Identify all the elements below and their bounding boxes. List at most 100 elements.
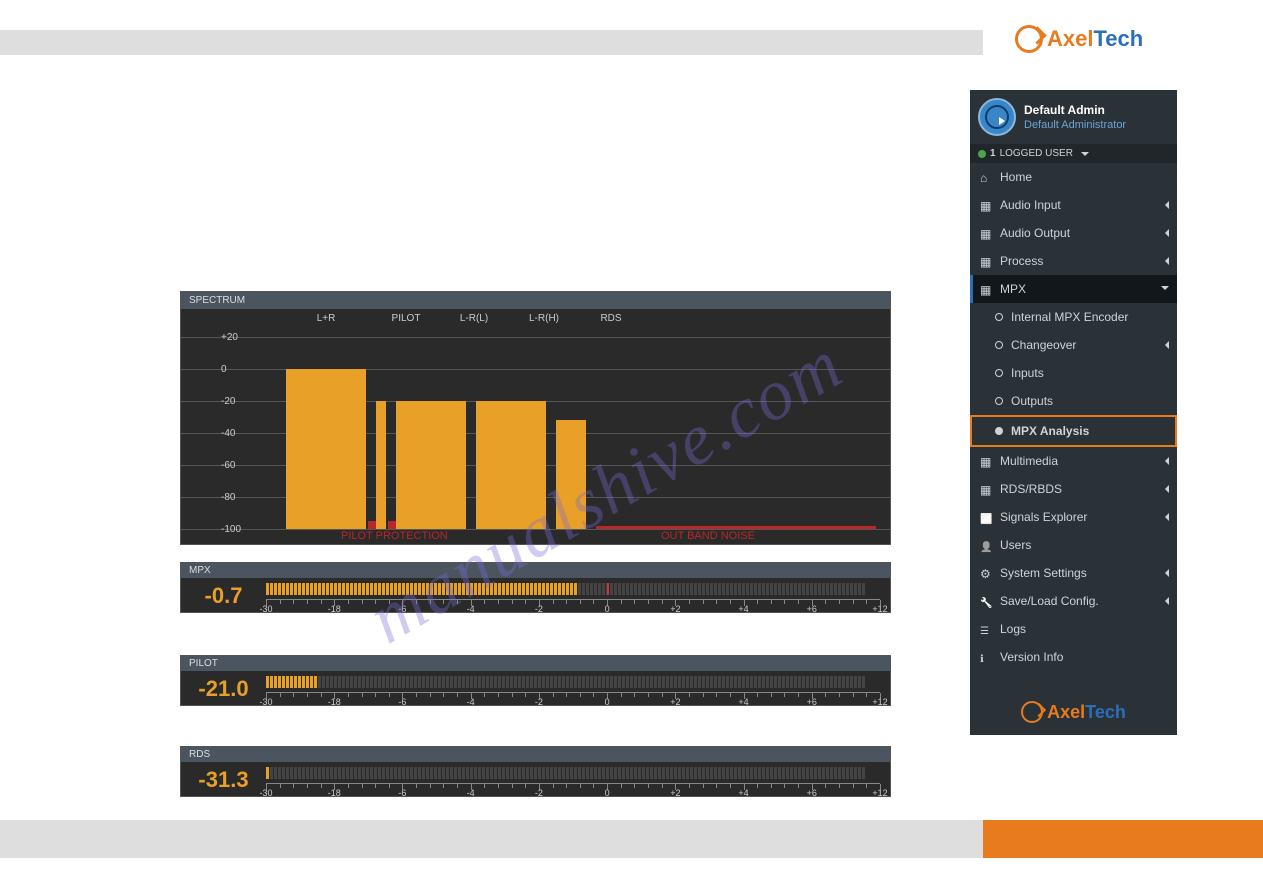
meter-tick-label: +2 (670, 604, 680, 614)
meter-tick-label: -4 (467, 788, 475, 798)
meter-tick-label: 0 (605, 697, 610, 707)
chevron-right-icon (1165, 485, 1169, 493)
nav-mpx-outputs[interactable]: Outputs (970, 387, 1177, 415)
meter-tick-label: -4 (467, 604, 475, 614)
meter-tick-label: +4 (738, 788, 748, 798)
spectrum-col-label: L-R(H) (529, 313, 559, 324)
chevron-right-icon (1165, 569, 1169, 577)
spectrum-bar (286, 369, 366, 529)
brand-mark-icon (1021, 701, 1043, 723)
chevron-down-icon (1081, 152, 1089, 156)
nav-home[interactable]: Home (970, 163, 1177, 191)
meter-tick-label: -2 (535, 604, 543, 614)
spectrum-bar (556, 420, 586, 529)
chevron-down-icon (1161, 286, 1169, 294)
meter-rds-title: RDS (181, 747, 890, 762)
home-icon (980, 171, 992, 183)
nav-audio-output[interactable]: Audio Output (970, 219, 1177, 247)
nav-users[interactable]: Users (970, 531, 1177, 559)
spectrum-bar (396, 401, 466, 529)
pilot-protection-label: PILOT PROTECTION (341, 530, 448, 542)
chevron-right-icon (1165, 457, 1169, 465)
avatar-icon (978, 98, 1016, 136)
logged-label: LOGGED USER (1000, 148, 1073, 159)
out-band-noise-bar (596, 526, 876, 529)
grid-icon (980, 283, 992, 295)
meter-tick-label: -6 (398, 697, 406, 707)
meter-pilot: PILOT -21.0 -30-18-6-4-20+2+4+6+12 (180, 655, 891, 706)
brand-mark-icon (1015, 25, 1043, 53)
bottom-bar-accent (983, 820, 1263, 858)
spectrum-y-tick: -80 (221, 492, 235, 503)
top-bar (0, 30, 983, 55)
spectrum-y-tick: +20 (221, 332, 238, 343)
nav-rds[interactable]: RDS/RBDS (970, 475, 1177, 503)
spectrum-col-label: L-R(L) (460, 313, 488, 324)
meter-pilot-title: PILOT (181, 656, 890, 671)
meter-rds-bar: -30-18-6-4-20+2+4+6+12 (266, 765, 880, 795)
nav-process[interactable]: Process (970, 247, 1177, 275)
meter-tick-label: -2 (535, 788, 543, 798)
nav-audio-input[interactable]: Audio Input (970, 191, 1177, 219)
bullet-fill-icon (995, 427, 1003, 435)
nav-mpx-encoder[interactable]: Internal MPX Encoder (970, 303, 1177, 331)
grid-icon (980, 255, 992, 267)
spectrum-y-tick: -60 (221, 460, 235, 471)
meter-rds-value: -31.3 (181, 767, 266, 793)
meter-tick-label: -18 (328, 788, 341, 798)
nav-list: Home Audio Input Audio Output Process MP… (970, 163, 1177, 671)
spectrum-y-tick: -20 (221, 396, 235, 407)
meter-mpx: MPX -0.7 -30-18-6-4-20+2+4+6+12 (180, 562, 891, 613)
grid-icon (980, 227, 992, 239)
bullet-icon (995, 397, 1003, 405)
nav-signals[interactable]: Signals Explorer (970, 503, 1177, 531)
meter-tick-label: -30 (259, 604, 272, 614)
nav-multimedia[interactable]: Multimedia (970, 447, 1177, 475)
meter-tick-label: +4 (738, 604, 748, 614)
meter-mpx-title: MPX (181, 563, 890, 578)
user-icon (980, 539, 992, 551)
chevron-right-icon (1165, 341, 1169, 349)
logs-icon (980, 623, 992, 635)
spectrum-y-tick: -100 (221, 524, 241, 535)
meter-mpx-bar: -30-18-6-4-20+2+4+6+12 (266, 581, 880, 611)
chevron-right-icon (1165, 597, 1169, 605)
user-role: Default Administrator (1024, 119, 1126, 131)
chevron-right-icon (1165, 513, 1169, 521)
nav-settings[interactable]: System Settings (970, 559, 1177, 587)
meter-tick-label: +2 (670, 788, 680, 798)
meter-tick-label: -6 (398, 604, 406, 614)
nav-mpx-analysis[interactable]: MPX Analysis (970, 415, 1177, 447)
meter-tick-label: -18 (328, 697, 341, 707)
meter-tick-label: -2 (535, 697, 543, 707)
nav-mpx-inputs[interactable]: Inputs (970, 359, 1177, 387)
user-box[interactable]: Default Admin Default Administrator (970, 90, 1177, 144)
signal-icon (980, 511, 992, 523)
wrench-icon (980, 595, 992, 607)
gear-icon (980, 567, 992, 579)
nav-version[interactable]: Version Info (970, 643, 1177, 671)
brand-part1: Axel (1047, 26, 1093, 51)
out-band-noise-label: OUT BAND NOISE (661, 530, 755, 542)
chevron-right-icon (1165, 257, 1169, 265)
nav-saveload[interactable]: Save/Load Config. (970, 587, 1177, 615)
meter-tick-label: +12 (872, 604, 887, 614)
logged-users-bar[interactable]: 1 LOGGED USER (970, 144, 1177, 163)
spectrum-panel: SPECTRUM L+RPILOTL-R(L)L-R(H)RDS+200-20-… (180, 291, 891, 545)
meter-tick-label: +12 (872, 788, 887, 798)
nav-mpx-changeover[interactable]: Changeover (970, 331, 1177, 359)
nav-logs[interactable]: Logs (970, 615, 1177, 643)
bullet-icon (995, 369, 1003, 377)
logged-count: 1 (990, 148, 996, 159)
spectrum-col-label: L+R (317, 313, 336, 324)
grid-icon (980, 199, 992, 211)
meter-pilot-bar: -30-18-6-4-20+2+4+6+12 (266, 674, 880, 704)
spectrum-title: SPECTRUM (181, 292, 890, 309)
grid-icon (980, 483, 992, 495)
meter-rds: RDS -31.3 -30-18-6-4-20+2+4+6+12 (180, 746, 891, 797)
nav-mpx[interactable]: MPX (970, 275, 1177, 303)
info-icon (980, 651, 992, 663)
sidebar: Default Admin Default Administrator 1 LO… (970, 90, 1177, 735)
meter-tick-label: +6 (807, 788, 817, 798)
meter-tick-label: +12 (872, 697, 887, 707)
